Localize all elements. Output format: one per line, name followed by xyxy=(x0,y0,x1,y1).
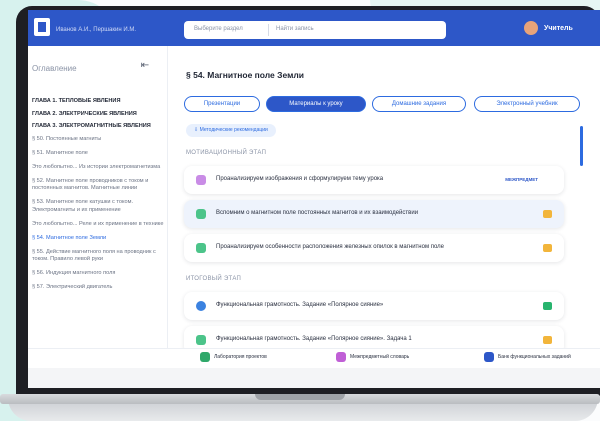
footer-label: Межпредметный словарь xyxy=(350,354,410,360)
card-text: Проанализируем особенности расположения … xyxy=(216,244,445,250)
lab-icon xyxy=(200,352,210,362)
method-recommendations-button[interactable]: ⇩ Методические рекомендации xyxy=(186,124,276,137)
logo-icon[interactable] xyxy=(34,18,50,36)
sidebar: Оглавление ⇤ ГЛАВА 1. ТЕПЛОВЫЕ ЯВЛЕНИЯ ГЛ… xyxy=(28,46,168,366)
toc-item[interactable]: § 53. Магнитное поле катушки с током. Эл… xyxy=(32,199,164,214)
toc-item[interactable]: § 54. Магнитное поле Земли xyxy=(32,235,164,243)
toc-title: Оглавление xyxy=(32,64,77,73)
toc-item[interactable]: § 50. Постоянные магниты xyxy=(32,136,164,144)
lesson-card[interactable]: Вспомним о магнитном поле постоянных маг… xyxy=(184,200,564,228)
toc-item[interactable]: Это любопытно... Из истории электромагне… xyxy=(32,164,164,172)
lesson-card[interactable]: Функциональная грамотность. Задание «Пол… xyxy=(184,292,564,320)
section-motivation: МОТИВАЦИОННЫЙ ЭТАП xyxy=(186,150,267,156)
tab-etextbook[interactable]: Электронный учебник xyxy=(474,96,580,112)
document-icon xyxy=(196,243,206,253)
page-title: § 54. Магнитное поле Земли xyxy=(186,70,304,80)
stack-icon xyxy=(543,210,552,218)
slides-icon xyxy=(196,175,206,185)
search-bar[interactable]: Выберите раздел Найти запись xyxy=(184,21,446,39)
stack-icon xyxy=(543,336,552,344)
tasks-icon xyxy=(484,352,494,362)
footer-link-projects[interactable]: Лаборатория проектов xyxy=(200,352,267,362)
card-text: Функциональная грамотность. Задание «Пол… xyxy=(216,302,384,308)
screen-bottom xyxy=(28,368,600,388)
card-text: Функциональная грамотность. Задание «Пол… xyxy=(216,336,412,342)
scrollbar[interactable] xyxy=(580,126,583,166)
collapse-sidebar-icon[interactable]: ⇤ xyxy=(138,60,152,74)
chat-icon xyxy=(196,301,206,311)
search-input[interactable]: Найти запись xyxy=(276,26,314,32)
section-final: ИТОГОВЫЙ ЭТАП xyxy=(186,276,242,282)
toc-chapter[interactable]: ГЛАВА 2. ЭЛЕКТРИЧЕСКИЕ ЯВЛЕНИЯ xyxy=(32,111,164,119)
card-text: Проанализируем изображения и сформулируе… xyxy=(216,176,384,182)
screen: Иванов А.И., Першакин И.М. Выберите разд… xyxy=(28,10,600,388)
toc-item[interactable]: § 57. Электрический двигатель xyxy=(32,284,164,292)
toc-chapter[interactable]: ГЛАВА 1. ТЕПЛОВЫЕ ЯВЛЕНИЯ xyxy=(32,98,164,106)
toc-chapter[interactable]: ГЛАВА 3. ЭЛЕКТРОМАГНИТНЫЕ ЯВЛЕНИЯ xyxy=(32,123,164,131)
top-header: Иванов А.И., Першакин И.М. Выберите разд… xyxy=(28,10,600,46)
stack-icon xyxy=(543,302,552,310)
lesson-card[interactable]: Проанализируем особенности расположения … xyxy=(184,234,564,262)
avatar[interactable] xyxy=(524,21,538,35)
toc-item[interactable]: § 51. Магнитное поле xyxy=(32,150,164,158)
lesson-card[interactable]: Проанализируем изображения и сформулируе… xyxy=(184,166,564,194)
search-divider xyxy=(268,24,269,36)
laptop-notch xyxy=(255,394,345,400)
document-icon xyxy=(196,209,206,219)
authors: Иванов А.И., Першакин И.М. xyxy=(56,27,136,33)
toc-list: ГЛАВА 1. ТЕПЛОВЫЕ ЯВЛЕНИЯ ГЛАВА 2. ЭЛЕКТР… xyxy=(32,98,164,298)
toc-item[interactable]: § 52. Магнитное поле проводников с током… xyxy=(32,178,164,193)
scene: Иванов А.И., Першакин И.М. Выберите разд… xyxy=(0,0,600,421)
footer-label: Банк функциональных заданий xyxy=(498,354,571,360)
main-content: § 54. Магнитное поле Земли Презентации М… xyxy=(168,46,600,366)
tab-homework[interactable]: Домашние задания xyxy=(372,96,466,112)
interdisciplinary-badge: МЕЖПРЕДМЕТ xyxy=(505,177,538,182)
footer-link-dictionary[interactable]: Межпредметный словарь xyxy=(336,352,410,362)
card-text: Вспомним о магнитном поле постоянных маг… xyxy=(216,210,419,216)
footer-label: Лаборатория проектов xyxy=(214,354,267,360)
footer-link-tasks[interactable]: Банк функциональных заданий xyxy=(484,352,571,362)
toc-item[interactable]: Это любопытно... Реле и их применение в … xyxy=(32,221,164,229)
tab-bar: Презентации Материалы к уроку Домашние з… xyxy=(184,96,584,112)
toc-item[interactable]: § 55. Действие магнитного поля на провод… xyxy=(32,249,164,264)
dictionary-icon xyxy=(336,352,346,362)
tab-presentations[interactable]: Презентации xyxy=(184,96,260,112)
user-name[interactable]: Учитель xyxy=(544,25,573,32)
stack-icon xyxy=(543,244,552,252)
footer-bar: Лаборатория проектов Межпредметный слова… xyxy=(28,348,600,368)
method-label: Методические рекомендации xyxy=(199,127,268,133)
toc-item[interactable]: § 56. Индукция магнитного поля xyxy=(32,270,164,278)
section-select[interactable]: Выберите раздел xyxy=(194,26,243,32)
document-icon xyxy=(196,335,206,345)
tab-materials[interactable]: Материалы к уроку xyxy=(266,96,366,112)
